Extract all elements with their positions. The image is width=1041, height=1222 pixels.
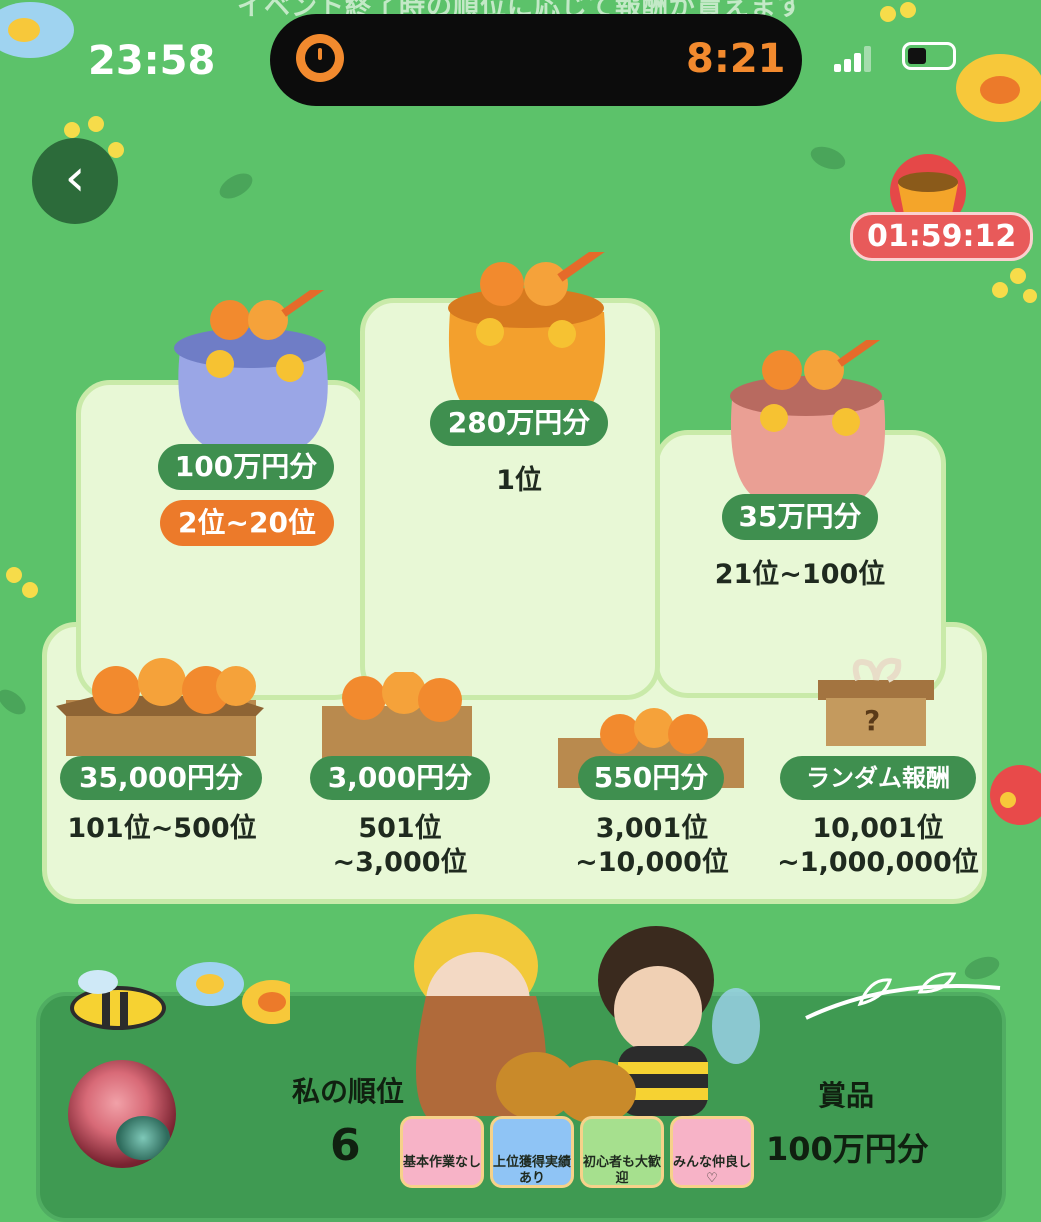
prize-pill-third: 35万円分 [722, 494, 878, 540]
prize-pill-second: 100万円分 [158, 444, 334, 490]
prize-pill-tier-4: ランダム報酬 [780, 756, 976, 800]
back-button[interactable]: ‹ [32, 138, 118, 224]
rank-tier-4-line1: 10,001位 [812, 813, 944, 844]
blue-honey-pot-icon [174, 290, 328, 452]
rank-tier-2-line2: ~3,000位 [332, 847, 468, 878]
rank-tier-4-line2: ~1,000,000位 [777, 847, 979, 878]
rank-badge-second: 2位~20位 [160, 500, 334, 546]
svg-text:?: ? [864, 704, 880, 737]
bee-and-flowers-icon [70, 962, 290, 1030]
coin-box-medium-icon [322, 672, 472, 762]
alarm-clock-icon [296, 34, 344, 82]
rank-tier-3-line1: 3,001位 [595, 813, 709, 844]
mascot-characters-image [414, 914, 760, 1124]
tag-basic-no-work: 基本作業なし [400, 1116, 484, 1188]
status-time: 23:58 [88, 38, 216, 84]
prize-pill-tier-2: 3,000円分 [310, 756, 490, 800]
user-avatar[interactable] [68, 1060, 176, 1168]
rank-tier-3-line2: ~10,000位 [575, 847, 729, 878]
rank-tier-1: 101位~500位 [67, 813, 257, 844]
prize-pill-tier-1: 35,000円分 [60, 756, 262, 800]
coin-box-large-icon [56, 658, 264, 756]
signal-icon [834, 46, 874, 72]
my-rank-value: 6 [330, 1120, 361, 1171]
tag-beginners-welcome: 初心者も大歓迎 [580, 1116, 664, 1188]
tag-top-results: 上位獲得実績あり [490, 1116, 574, 1188]
prize-label: 賞品 [818, 1079, 875, 1112]
rank-tier-2-line1: 501位 [358, 813, 442, 844]
white-leaf-doodle-icon [805, 972, 1001, 1020]
red-flower-icon [990, 765, 1041, 825]
prize-pill-first: 280万円分 [430, 400, 608, 446]
tag-friendly: みんな仲良し♡ [670, 1116, 754, 1188]
battery-level [908, 48, 926, 64]
island-timer: 8:21 [686, 36, 786, 82]
mystery-box-icon: ? [818, 657, 934, 746]
flower-top-right-icon [956, 54, 1041, 122]
pink-honey-pot-icon [730, 340, 887, 506]
rank-first: 1位 [496, 465, 542, 496]
event-countdown: 01:59:12 [850, 212, 1034, 261]
rank-third: 21位~100位 [714, 559, 886, 590]
prize-value: 100万円分 [766, 1130, 929, 1168]
prize-pill-tier-3: 550円分 [578, 756, 724, 800]
